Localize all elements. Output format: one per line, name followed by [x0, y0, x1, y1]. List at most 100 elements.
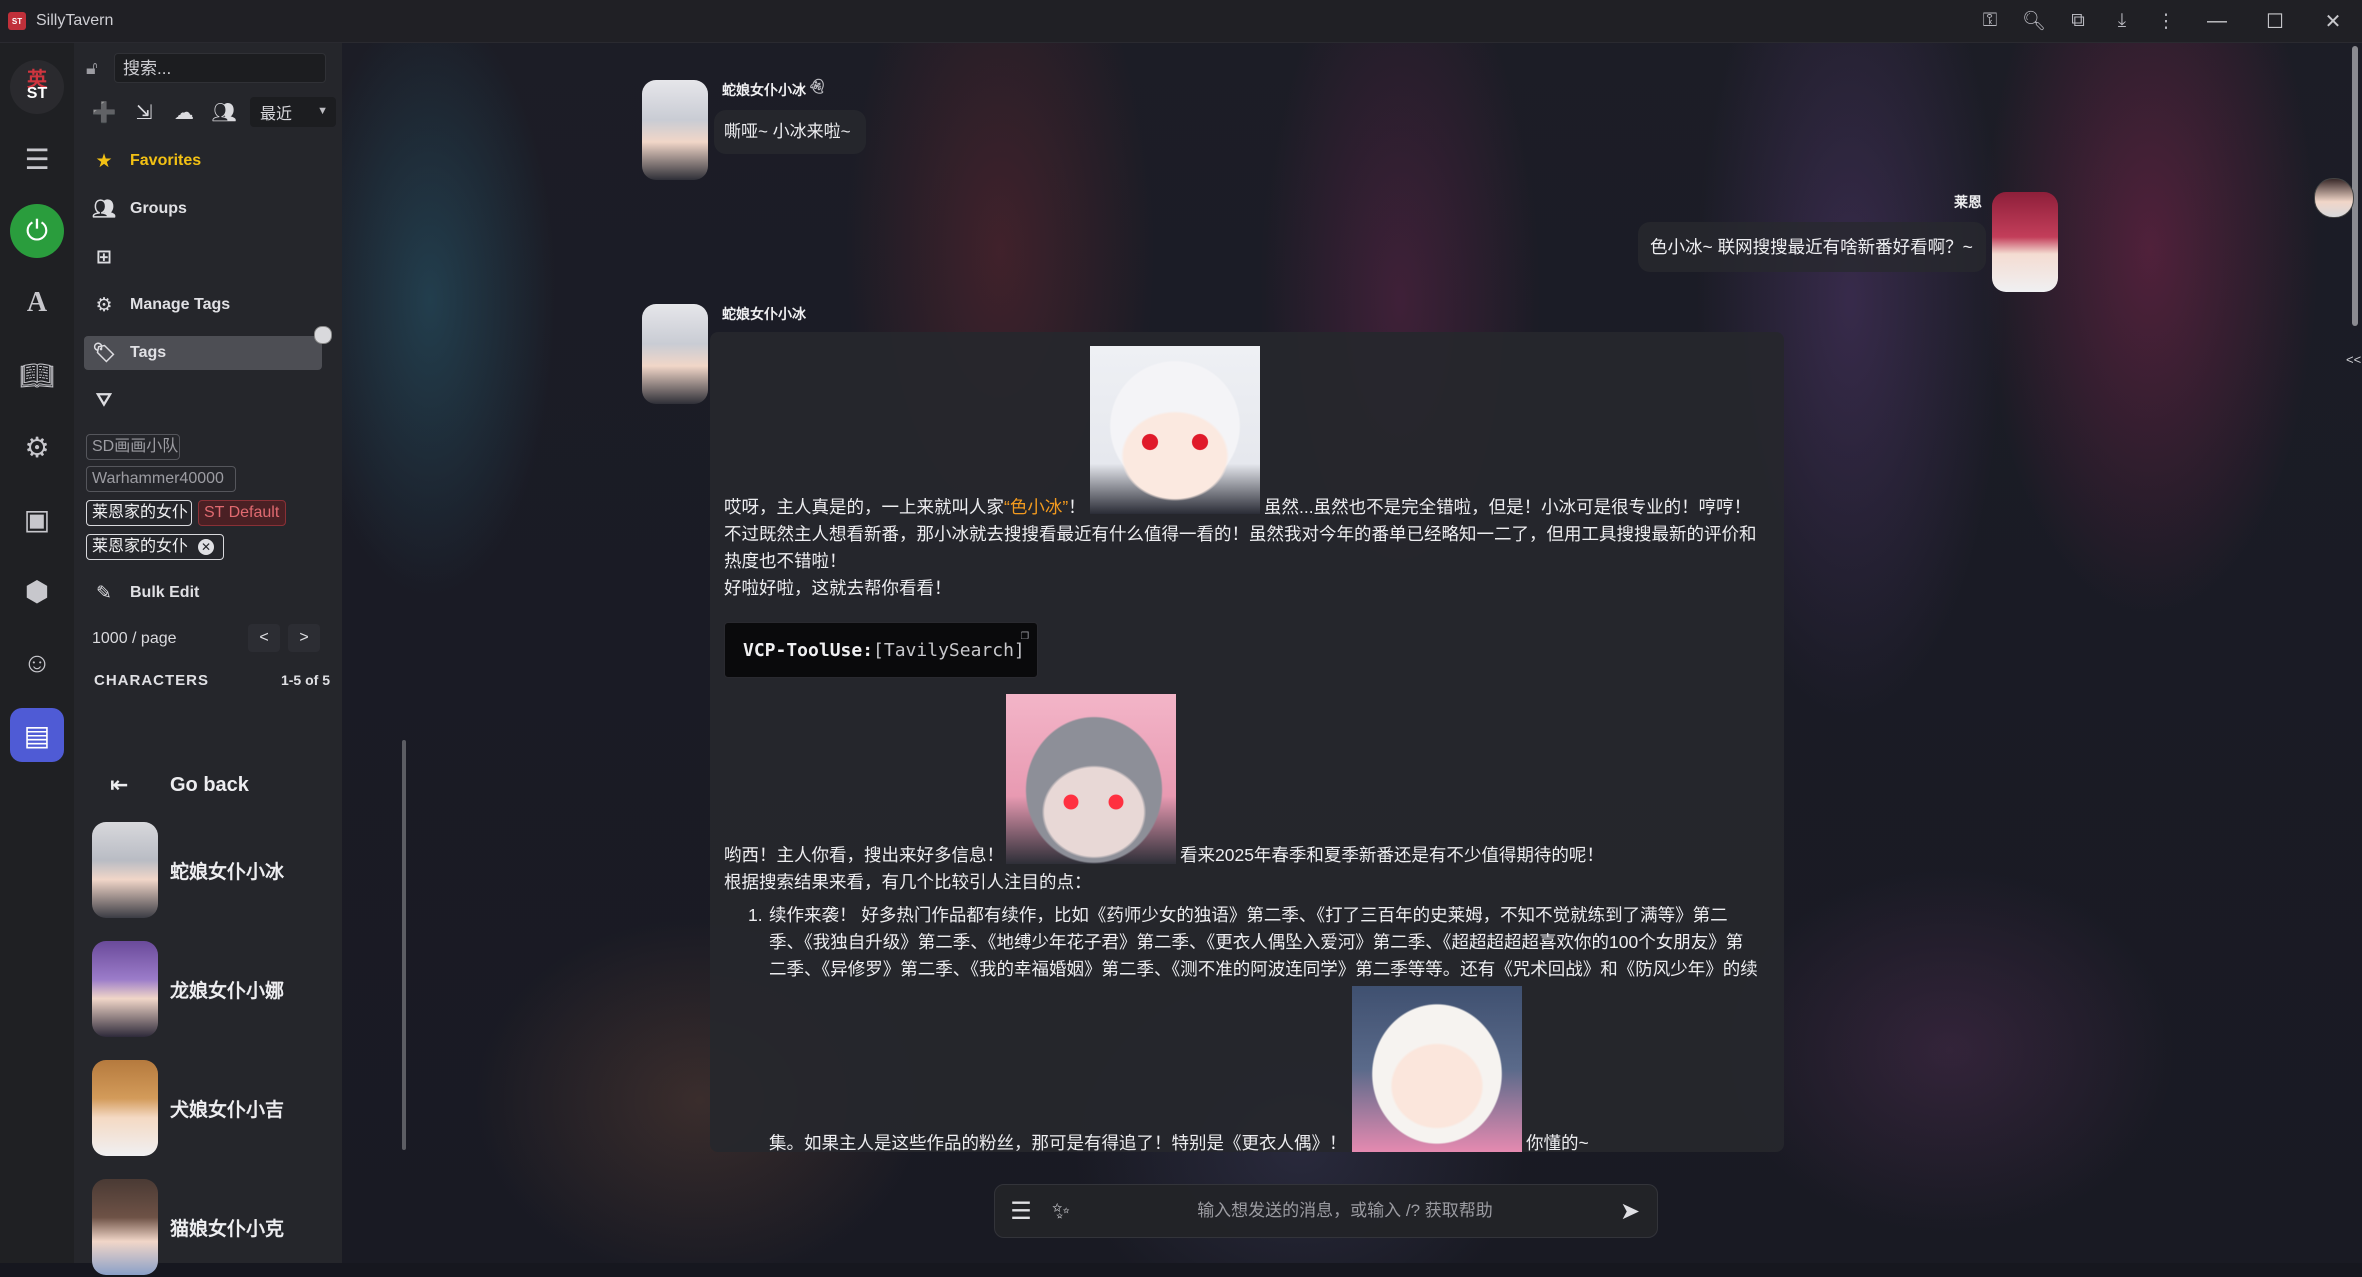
avatar[interactable]: [642, 80, 708, 180]
list-item: 二季、《异修罗》第二季、《我的幸福婚姻》第二季、《测不准的阿波连同学》第二季等等…: [769, 959, 1758, 979]
list-item: 季、《我独自升级》第二季、《地缚少年花子君》第二季、《更衣人偶坠入爱河》第二季、…: [769, 932, 1744, 952]
message-text: 不过既然主人想看新番，那小冰就去搜搜看最近有什么值得一看的！虽然我对今年的番单已…: [724, 524, 1757, 544]
message-author: 蛇娘女仆小冰: [722, 306, 806, 322]
clear-filter-button[interactable]: ⛛: [84, 384, 322, 418]
manage-tags-button[interactable]: ⚙ Manage Tags: [84, 288, 322, 322]
collapse-panel-icon[interactable]: <<: [2346, 352, 2361, 367]
character-card[interactable]: 犬娘女仆小吉: [92, 1058, 322, 1158]
star-icon: ★: [95, 150, 113, 172]
menu-icon[interactable]: ☰: [1005, 1195, 1037, 1227]
maximize-button[interactable]: ☐: [2246, 0, 2304, 42]
close-button[interactable]: ✕: [2304, 0, 2362, 42]
gear-icon: ⚙: [95, 294, 113, 316]
avatar: [92, 1060, 158, 1156]
download-icon[interactable]: ⤓: [2100, 0, 2144, 42]
sliders-icon[interactable]: ☰: [10, 132, 64, 186]
groups-filter[interactable]: 👥︎ Groups: [84, 192, 322, 226]
ghost-icon: 👻︎: [808, 78, 826, 94]
tag-warhammer[interactable]: Warhammer40000: [86, 466, 236, 492]
chat-scrollbar[interactable]: [2352, 46, 2358, 326]
folder-add-button[interactable]: ⊞: [84, 240, 322, 274]
bulk-edit-label: Bulk Edit: [130, 584, 200, 601]
avatar: [92, 941, 158, 1037]
tags-filter[interactable]: 🏷︎ Tags: [84, 336, 322, 370]
tag-sd-team[interactable]: SD画画小队: [86, 434, 180, 460]
next-page-button[interactable]: >: [288, 624, 320, 652]
message-text: 哎呀，主人真是的，一上来就叫人家“色小冰”！: [724, 494, 1086, 521]
character-list-scrollbar[interactable]: [402, 740, 406, 1150]
plug-icon[interactable]: ⏻: [10, 204, 64, 258]
magic-wand-icon[interactable]: ✨︎: [1045, 1195, 1077, 1227]
zoom-icon[interactable]: 🔍︎: [2012, 0, 2056, 42]
sillytavern-logo[interactable]: 英 ST: [10, 60, 64, 114]
lock-icon[interactable]: 🔓︎: [86, 58, 108, 79]
more-icon[interactable]: ⋮: [2144, 0, 2188, 42]
tag-maid-selected[interactable]: 莱恩家的女仆 ✕: [86, 534, 224, 560]
extension-icon[interactable]: ⧉: [2056, 0, 2100, 42]
avatar[interactable]: [1992, 192, 2058, 292]
filter-clear-icon: ⛛: [96, 390, 112, 411]
cloud-download-icon[interactable]: ☁: [166, 94, 202, 130]
list-item: 你懂的~: [1526, 1133, 1589, 1153]
characters-title: CHARACTERS: [94, 672, 209, 689]
message-input[interactable]: 输入想发送的消息，或输入 /? 获取帮助: [1095, 1197, 1595, 1225]
characters-header: CHARACTERS 1-5 of 5: [94, 672, 330, 689]
prev-page-button[interactable]: <: [248, 624, 280, 652]
image-icon[interactable]: ▣: [10, 492, 64, 546]
sticker-image: [1352, 986, 1522, 1152]
character-card[interactable]: 龙娘女仆小娜: [92, 939, 322, 1039]
character-name: 蛇娘女仆小冰: [170, 861, 285, 883]
tag-st-default[interactable]: ST Default: [198, 500, 286, 526]
id-card-icon[interactable]: ▤: [10, 708, 64, 762]
page-size-select[interactable]: 1000 / page: [88, 625, 182, 653]
tag-maid[interactable]: 莱恩家的女仆: [86, 500, 192, 526]
message-text: 看来2025年春季和夏季新番还是有不少值得期待的呢！: [1180, 845, 1604, 865]
sign-out-icon: ⇤: [110, 772, 129, 797]
user-gear-icon[interactable]: ⚙: [10, 420, 64, 474]
go-back-button[interactable]: ⇤ Go back: [110, 772, 249, 798]
message-text: 嘶哑~ 小冰来啦~: [724, 122, 851, 141]
character-panel: 🔓︎ 搜索... ➕ ⇲ ☁ 👥︎ 最近 ▼ ★ Favorites 👥︎ Gr…: [74, 42, 406, 1275]
go-back-label: Go back: [170, 773, 249, 796]
sort-select[interactable]: 最近 ▼: [250, 97, 336, 127]
character-card[interactable]: 蛇娘女仆小冰: [92, 820, 322, 920]
code-key: VCP-ToolUse:: [743, 639, 874, 661]
favorites-filter[interactable]: ★ Favorites: [84, 144, 322, 178]
title-bar: ST SillyTavern ⚿ 🔍︎ ⧉ ⤓ ⋮ — ☐ ✕: [0, 0, 2362, 43]
favorites-label: Favorites: [130, 152, 202, 169]
cubes-icon[interactable]: ⬢: [10, 564, 64, 618]
character-card[interactable]: 猫娘女仆小克: [92, 1177, 322, 1277]
icon-rail: 英 ST ☰ ⏻ A 📖︎ ⚙ ▣ ⬢ ☺ ▤: [0, 42, 74, 1263]
sort-value: 最近: [260, 106, 293, 123]
message-author: 莱恩: [1954, 194, 1982, 210]
send-icon[interactable]: ➤: [1613, 1195, 1647, 1227]
tags-toggle-knob[interactable]: [314, 326, 332, 344]
message-text: 好啦好啦，这就去帮你看看！: [724, 578, 952, 598]
minimize-button[interactable]: —: [2188, 0, 2246, 42]
edit-icon: ✎: [96, 582, 112, 604]
book-icon[interactable]: 📖︎: [10, 348, 64, 402]
create-group-icon[interactable]: 👥︎: [206, 94, 242, 130]
list-item: 续作来袭！ 好多热门作品都有续作，比如《药师少女的独语》第二季、《打了三百年的史…: [769, 905, 1728, 925]
code-block: VCP-ToolUse: [TavilySearch] ❐: [724, 622, 1038, 678]
message-text: 热度也不错啦！: [724, 551, 847, 571]
smile-icon[interactable]: ☺: [10, 636, 64, 690]
font-icon[interactable]: A: [10, 276, 64, 330]
avatar: [92, 822, 158, 918]
text-span: 哎呀，主人真是的，一上来就叫人家: [724, 497, 1004, 517]
search-input[interactable]: 搜索...: [114, 53, 326, 83]
message-text: 虽然...虽然也不是完全错啦，但是！小冰可是很专业的！哼哼！: [1264, 497, 1752, 517]
import-file-icon[interactable]: ⇲: [126, 94, 162, 130]
add-character-icon[interactable]: ➕: [86, 94, 122, 130]
character-name: 犬娘女仆小吉: [170, 1099, 285, 1121]
message-text: 色小冰~ 联网搜搜最近有啥新番好看啊？~: [1650, 237, 1973, 257]
avatar[interactable]: [642, 304, 708, 404]
message-author: 蛇娘女仆小冰: [722, 82, 806, 98]
chat-area: 蛇娘女仆小冰 👻︎ 嘶哑~ 小冰来啦~ 莱恩 色小冰~ 联网搜搜最近有啥新番好看…: [342, 42, 2362, 1263]
copy-icon[interactable]: ❐: [1021, 627, 1029, 643]
bulk-edit-button[interactable]: ✎ Bulk Edit: [84, 576, 322, 610]
list-item: 集。如果主人是这些作品的粉丝，那可是有得追了！特别是《更衣人偶》！: [769, 1133, 1347, 1153]
avatar[interactable]: [2314, 178, 2354, 218]
key-icon[interactable]: ⚿: [1968, 0, 2012, 42]
close-icon[interactable]: ✕: [198, 538, 214, 555]
